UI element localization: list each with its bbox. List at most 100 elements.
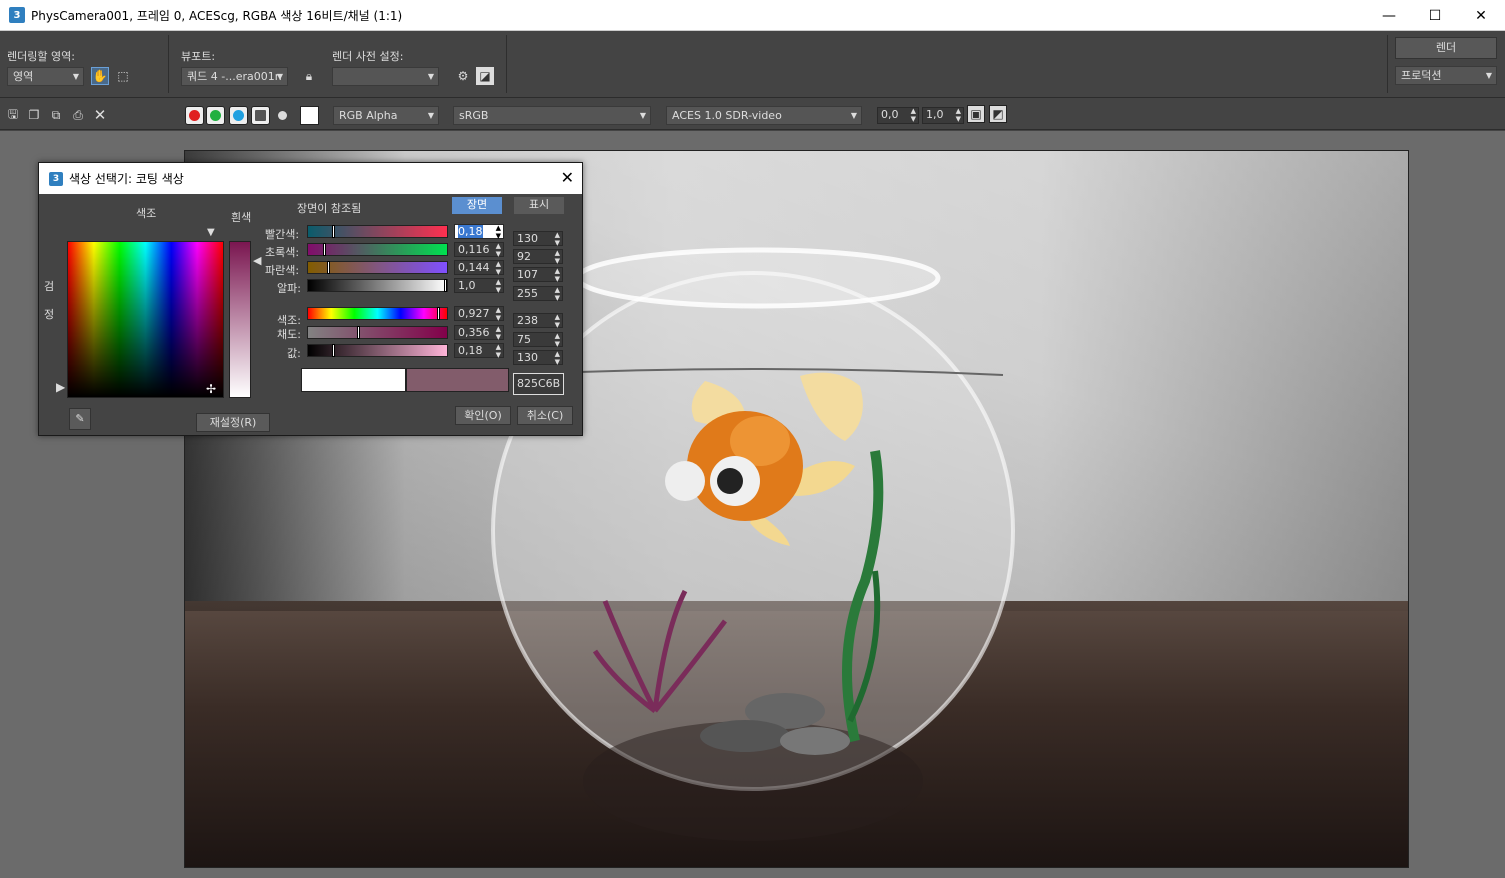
- render-setup-icon[interactable]: ⚙: [454, 67, 472, 85]
- hue-slider[interactable]: [307, 307, 448, 320]
- value-slider[interactable]: [307, 344, 448, 357]
- saturation-int-field[interactable]: 75 ▲ ▼: [513, 332, 563, 348]
- spinner-arrows-icon: ▲ ▼: [554, 332, 560, 348]
- minimize-button[interactable]: —: [1366, 0, 1412, 31]
- alpha-square-icon: [255, 110, 266, 121]
- ok-button[interactable]: 확인(O): [455, 406, 511, 425]
- spinner-arrows-icon: ▲ ▼: [910, 107, 916, 123]
- red-dot-icon: [189, 110, 200, 121]
- blue-slider[interactable]: [307, 261, 448, 274]
- display-transform-dropdown[interactable]: ACES 1.0 SDR-video ▼: [666, 106, 862, 125]
- dialog-close-icon[interactable]: ✕: [561, 168, 574, 187]
- clone-window-icon[interactable]: ⧉: [47, 106, 65, 124]
- green-float-field[interactable]: 0,116 ▲ ▼: [454, 242, 504, 258]
- value-int-field[interactable]: 130 ▲ ▼: [513, 350, 563, 366]
- old-color-swatch: [301, 368, 406, 392]
- spinner-arrows-icon: ▲ ▼: [554, 313, 560, 329]
- chevron-down-icon: ▼: [1485, 71, 1492, 80]
- green-slider[interactable]: [307, 243, 448, 256]
- clear-icon[interactable]: ✕: [91, 106, 109, 124]
- dialog-title-bar: 3 색상 선택기: 코팅 색상 ✕: [39, 163, 582, 194]
- auto-region-icon[interactable]: ⬚: [114, 67, 132, 85]
- edit-region-icon[interactable]: ✋: [91, 67, 109, 85]
- colorspace-dropdown[interactable]: sRGB ▼: [453, 106, 651, 125]
- blue-float-field[interactable]: 0,144 ▲ ▼: [454, 260, 504, 276]
- frame-buffer-icon[interactable]: ▣: [967, 105, 985, 123]
- eyedropper-icon[interactable]: ✎: [69, 408, 91, 430]
- tab-scene[interactable]: 장면: [452, 197, 502, 214]
- maximize-button[interactable]: ☐: [1412, 0, 1458, 31]
- hue-float-field[interactable]: 0,927 ▲ ▼: [454, 306, 504, 322]
- slider-thumb[interactable]: [444, 279, 447, 292]
- render-settings-toolbar: 렌더링할 영역: 영역 ▼ ✋ ⬚ 뷰포트: 쿼드 4 -...era001n ▼ …: [0, 31, 1505, 98]
- viewport-dropdown[interactable]: 쿼드 4 -...era001n ▼: [181, 67, 288, 86]
- spinner-arrows-icon: ▲ ▼: [495, 278, 501, 294]
- blue-channel-toggle[interactable]: [229, 106, 248, 125]
- production-dropdown[interactable]: 프로덕션 ▼: [1395, 66, 1497, 85]
- display-settings-icon[interactable]: ◩: [989, 105, 1007, 123]
- chevron-down-icon: ▼: [639, 111, 646, 120]
- lock-icon[interactable]: 🔒︎: [300, 67, 318, 85]
- environment-icon[interactable]: ◪: [476, 67, 494, 85]
- saturation-slider[interactable]: [307, 326, 448, 339]
- hue-int-value: 238: [517, 314, 538, 327]
- render-area-label: 렌더링할 영역:: [7, 50, 75, 63]
- blackness-marker-icon: ▶: [56, 380, 66, 394]
- hue-marker-icon: ▼: [207, 227, 215, 238]
- value-label: 값:: [287, 347, 301, 360]
- hue-int-field[interactable]: 238 ▲ ▼: [513, 313, 563, 329]
- slider-thumb[interactable]: [327, 261, 330, 274]
- swatch-color[interactable]: [300, 106, 319, 125]
- green-int-value: 92: [517, 250, 531, 263]
- saturation-float-field[interactable]: 0,356 ▲ ▼: [454, 325, 504, 341]
- divider: [168, 35, 169, 93]
- red-channel-toggle[interactable]: [185, 106, 204, 125]
- white-label: 흰색: [231, 211, 252, 224]
- spinner-arrows-icon: ▲ ▼: [554, 249, 560, 265]
- alpha-slider[interactable]: [307, 279, 448, 292]
- hue-blackness-field[interactable]: ✢: [67, 241, 224, 398]
- alpha-channel-toggle[interactable]: [251, 106, 270, 125]
- hex-field[interactable]: 825C6B: [513, 373, 564, 395]
- cancel-button[interactable]: 취소(C): [517, 406, 573, 425]
- stone: [780, 727, 850, 755]
- slider-thumb[interactable]: [437, 307, 440, 320]
- alpha-float-field[interactable]: 1,0 ▲ ▼: [454, 278, 504, 294]
- whiteness-bar[interactable]: [229, 241, 251, 398]
- reset-button[interactable]: 재설정(R): [196, 413, 270, 432]
- mono-dot-icon: [278, 111, 287, 120]
- render-button[interactable]: 렌더: [1395, 37, 1497, 59]
- red-slider[interactable]: [307, 225, 448, 238]
- green-int-field[interactable]: 92 ▲ ▼: [513, 249, 563, 265]
- slider-thumb[interactable]: [357, 326, 360, 339]
- slider-thumb[interactable]: [332, 344, 335, 357]
- close-button[interactable]: ✕: [1458, 0, 1504, 31]
- red-float-field[interactable]: 0,18 ▲ ▼: [454, 224, 504, 240]
- preset-dropdown[interactable]: ▼: [332, 67, 439, 86]
- blue-label: 파란색:: [265, 264, 300, 277]
- monochrome-toggle[interactable]: [273, 106, 292, 125]
- exposure-spinner[interactable]: 0,0 ▲ ▼: [877, 107, 919, 124]
- app-icon: 3: [9, 7, 25, 23]
- print-icon[interactable]: ⎙: [69, 106, 87, 124]
- gamma-spinner[interactable]: 1,0 ▲ ▼: [922, 107, 964, 124]
- alpha-int-field[interactable]: 255 ▲ ▼: [513, 286, 563, 302]
- hue-label: 색조: [136, 207, 157, 220]
- slider-thumb[interactable]: [323, 243, 326, 256]
- slider-thumb[interactable]: [332, 225, 335, 238]
- red-int-value: 130: [517, 232, 538, 245]
- red-int-field[interactable]: 130 ▲ ▼: [513, 231, 563, 247]
- value-float-field[interactable]: 0,18 ▲ ▼: [454, 343, 504, 359]
- render-area-value: 영역: [13, 70, 34, 83]
- green-channel-toggle[interactable]: [206, 106, 225, 125]
- blue-int-field[interactable]: 107 ▲ ▼: [513, 267, 563, 283]
- tab-display[interactable]: 표시: [514, 197, 564, 214]
- viewport-label: 뷰포트:: [181, 50, 216, 63]
- chevron-down-icon: ▼: [427, 72, 434, 81]
- stone: [700, 720, 790, 752]
- channel-dropdown[interactable]: RGB Alpha ▼: [333, 106, 439, 125]
- copy-icon[interactable]: ❐: [25, 106, 43, 124]
- channel-value: RGB Alpha: [339, 109, 398, 122]
- save-icon[interactable]: 🖫︎: [4, 106, 22, 124]
- render-area-dropdown[interactable]: 영역 ▼: [7, 67, 84, 86]
